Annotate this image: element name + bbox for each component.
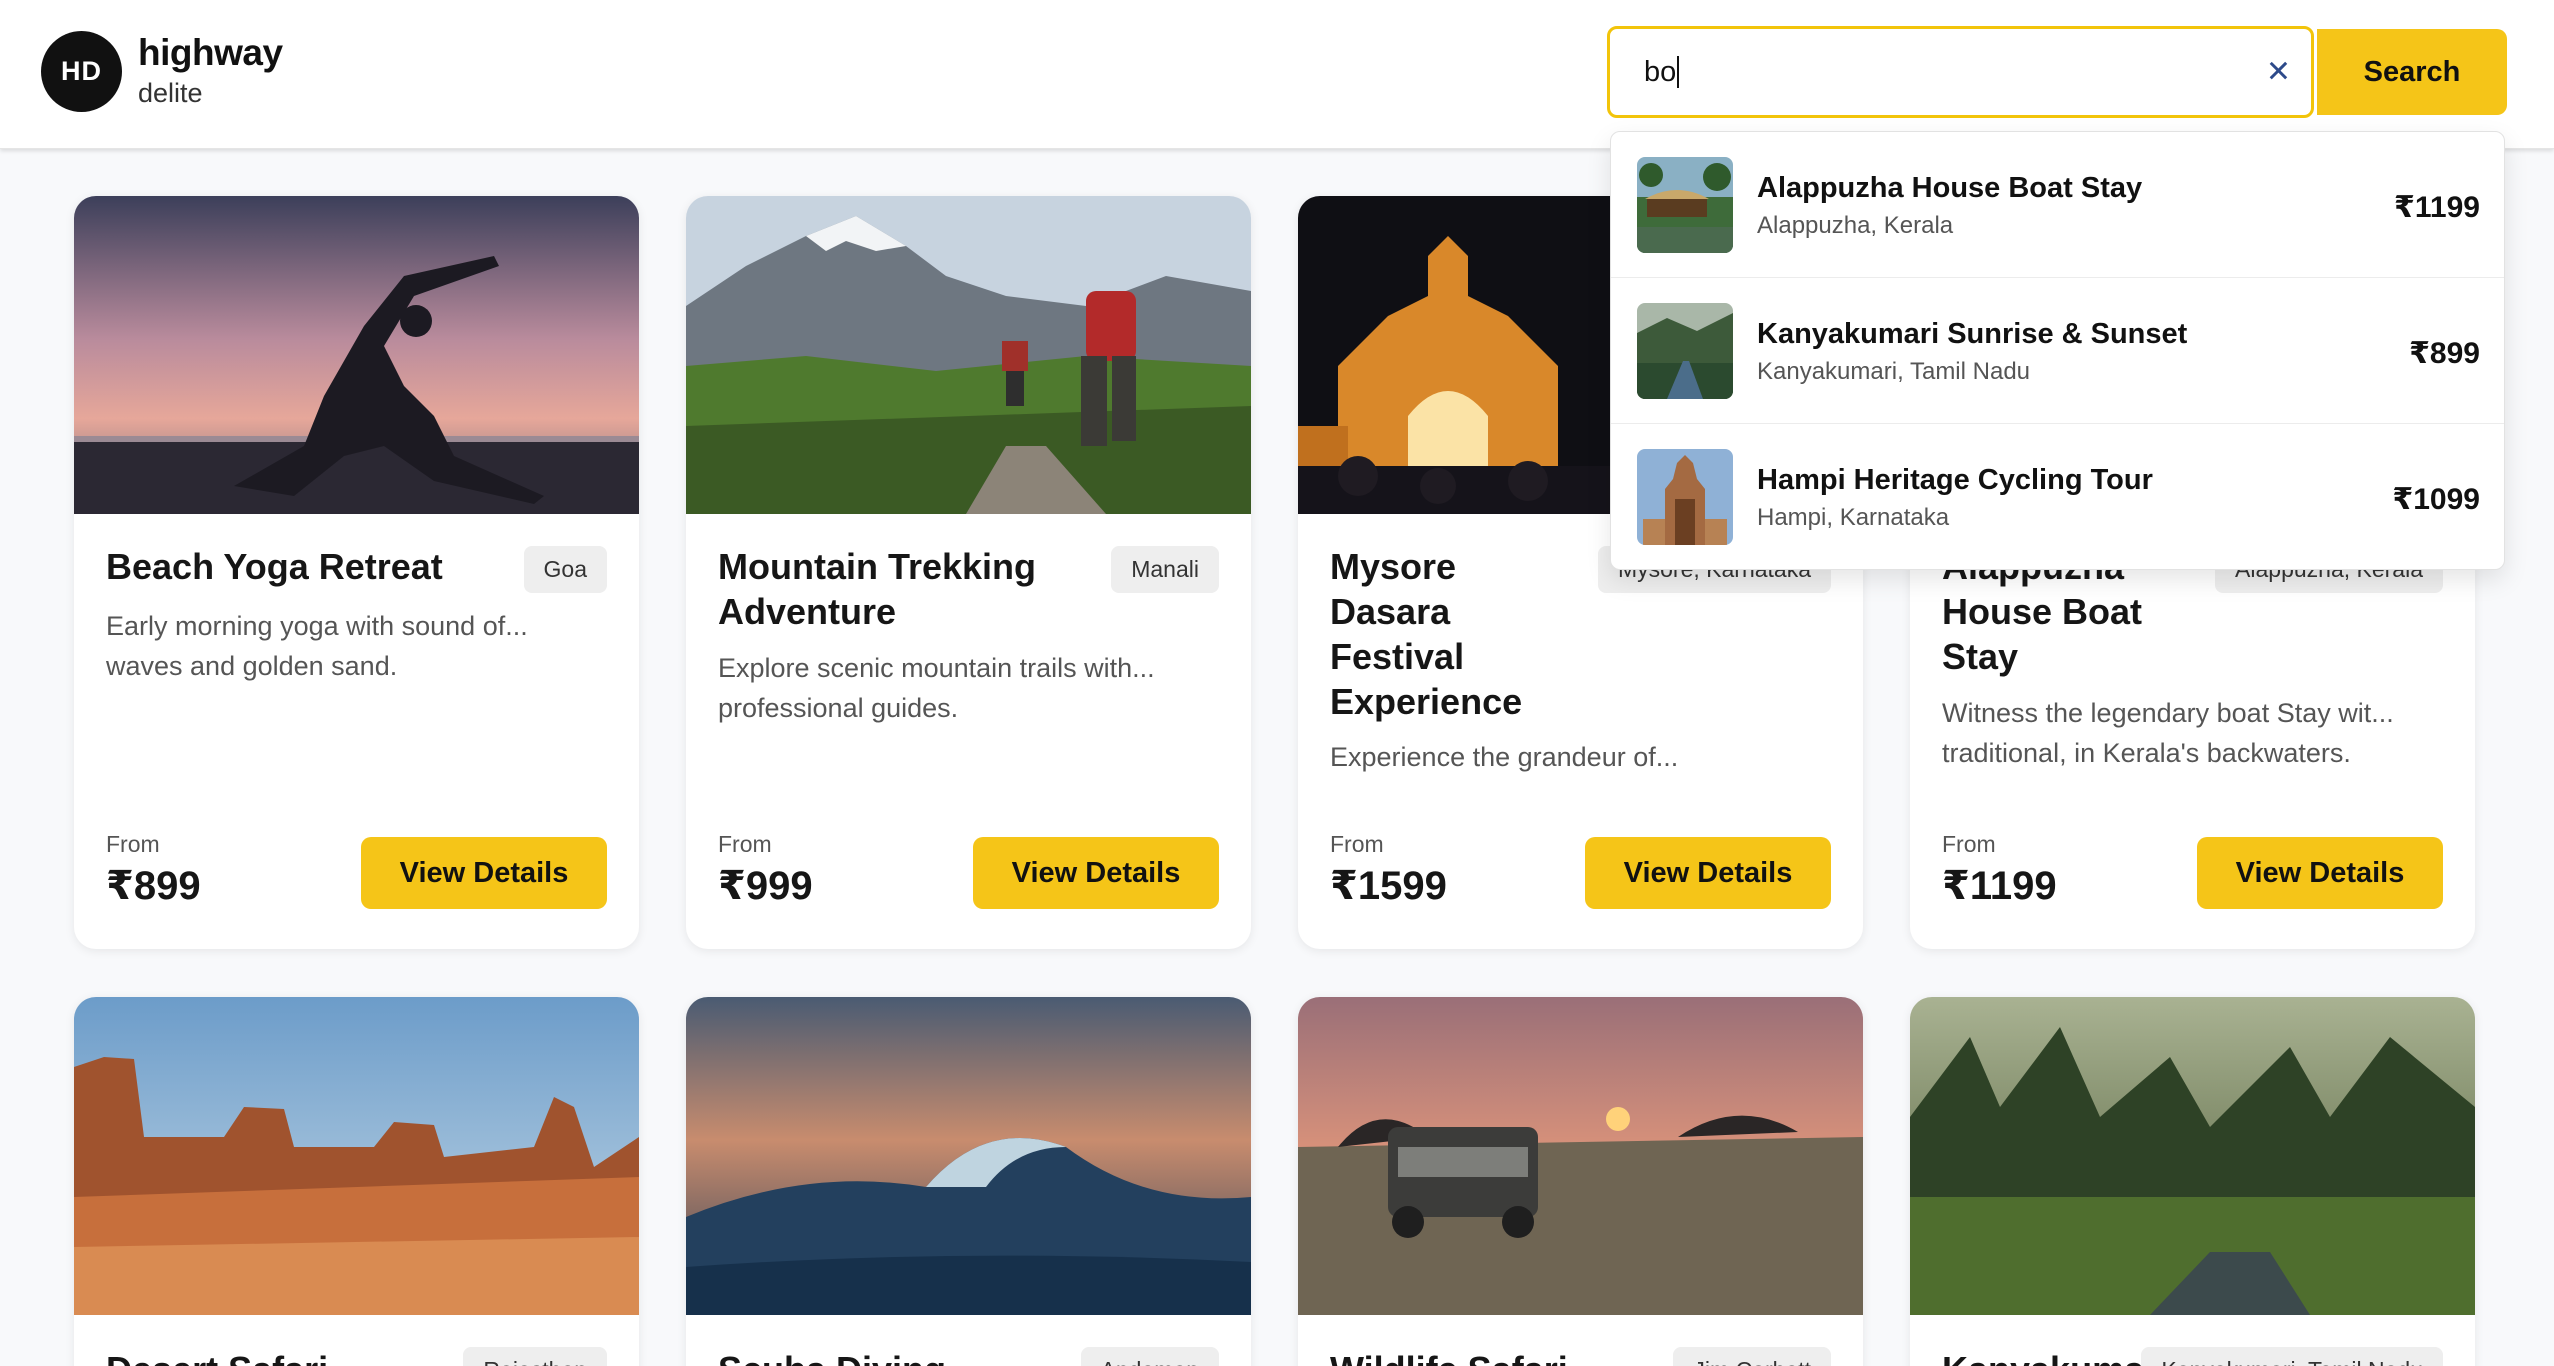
from-label: From: [106, 831, 160, 857]
card-image: [686, 196, 1251, 514]
card-price: ₹999: [718, 864, 813, 908]
suggestion-thumbnail: [1637, 303, 1733, 399]
card-image: [74, 997, 639, 1315]
view-details-button[interactable]: View Details: [2197, 837, 2443, 909]
card-price: ₹1599: [1330, 864, 1447, 908]
suggestion-price: ₹1199: [2394, 191, 2480, 224]
search-button[interactable]: Search: [2317, 29, 2507, 115]
close-icon[interactable]: ✕: [2266, 55, 2291, 90]
suggestion-price: ₹1099: [2392, 483, 2480, 516]
suggestion-item[interactable]: Alappuzha House Boat Stay Alappuzha, Ker…: [1611, 132, 2504, 278]
card-title: Mysore Dasara Festival Experience: [1330, 546, 1523, 722]
location-badge: Jim Corbett: [1673, 1347, 1831, 1366]
card-price: ₹1199: [1942, 864, 2057, 908]
search-input-value: bo: [1644, 55, 1677, 88]
experience-card: Mountain Trekking Adventure Manali Explo…: [686, 196, 1251, 949]
card-title: Scuba Diving: [718, 1347, 1098, 1366]
suggestion-item[interactable]: Kanyakumari Sunrise & Sunset Kanyakumari…: [1611, 278, 2504, 424]
card-description: Early morning yoga with sound of... wave…: [106, 611, 528, 681]
card-title: Wildlife Safari: [1330, 1347, 1710, 1366]
location-badge: Manali: [1111, 546, 1219, 593]
location-badge: Goa: [523, 546, 607, 593]
experience-card: Scuba Diving Andaman: [686, 997, 1251, 1366]
view-details-button[interactable]: View Details: [973, 837, 1219, 909]
experience-card: Beach Yoga Retreat Goa Early morning yog…: [74, 196, 639, 949]
from-label: From: [1942, 831, 1996, 857]
card-price: ₹899: [106, 864, 201, 908]
from-label: From: [718, 831, 772, 857]
card-image: [1910, 997, 2475, 1315]
suggestion-thumbnail: [1637, 157, 1733, 253]
search-suggestions-dropdown: Alappuzha House Boat Stay Alappuzha, Ker…: [1610, 131, 2505, 570]
card-image: [686, 997, 1251, 1315]
card-description: Witness the legendary boat Stay wit... t…: [1942, 698, 2394, 768]
suggestion-location: Kanyakumari, Tamil Nadu: [1757, 358, 2031, 385]
brand-title[interactable]: highway: [138, 32, 283, 74]
logo-badge[interactable]: HD: [41, 31, 122, 112]
top-header: HD highway delite bo ✕ Search: [0, 0, 2554, 149]
view-details-button[interactable]: View Details: [1585, 837, 1831, 909]
experience-card: Wildlife Safari Jim Corbett: [1298, 997, 1863, 1366]
card-description: Experience the grandeur of...: [1330, 742, 1679, 772]
suggestion-location: Alappuzha, Kerala: [1757, 212, 1954, 239]
suggestion-price: ₹899: [2409, 337, 2480, 370]
view-details-button[interactable]: View Details: [361, 837, 607, 909]
card-image: [74, 196, 639, 514]
location-badge: Kanyakumari, Tamil Nadu: [2141, 1347, 2443, 1366]
location-badge: Rajasthan: [463, 1347, 607, 1366]
card-description: Explore scenic mountain trails with... p…: [718, 653, 1155, 723]
search-input[interactable]: bo ✕: [1607, 26, 2314, 118]
card-title: Beach Yoga Retreat: [106, 546, 443, 587]
card-title: Desert Safari: [106, 1347, 486, 1366]
card-title: Mountain Trekking Adventure: [718, 546, 1037, 632]
suggestion-item[interactable]: Hampi Heritage Cycling Tour Hampi, Karna…: [1611, 424, 2504, 569]
suggestion-name: Alappuzha House Boat Stay: [1757, 172, 2143, 204]
location-badge: Andaman: [1080, 1347, 1219, 1366]
card-image: [1298, 997, 1863, 1315]
logo-initials: HD: [61, 56, 102, 86]
suggestion-name: Kanyakumari Sunrise & Sunset: [1757, 318, 2188, 350]
suggestion-name: Hampi Heritage Cycling Tour: [1757, 464, 2153, 496]
experience-card: Desert Safari Rajasthan: [74, 997, 639, 1366]
brand-subtitle: delite: [138, 78, 203, 108]
text-caret: [1677, 56, 1680, 88]
experience-card: Kanyakumari Kanyakumari, Tamil Nadu: [1910, 997, 2475, 1366]
suggestion-location: Hampi, Karnataka: [1757, 504, 1950, 531]
from-label: From: [1330, 831, 1384, 857]
suggestion-thumbnail: [1637, 449, 1733, 545]
